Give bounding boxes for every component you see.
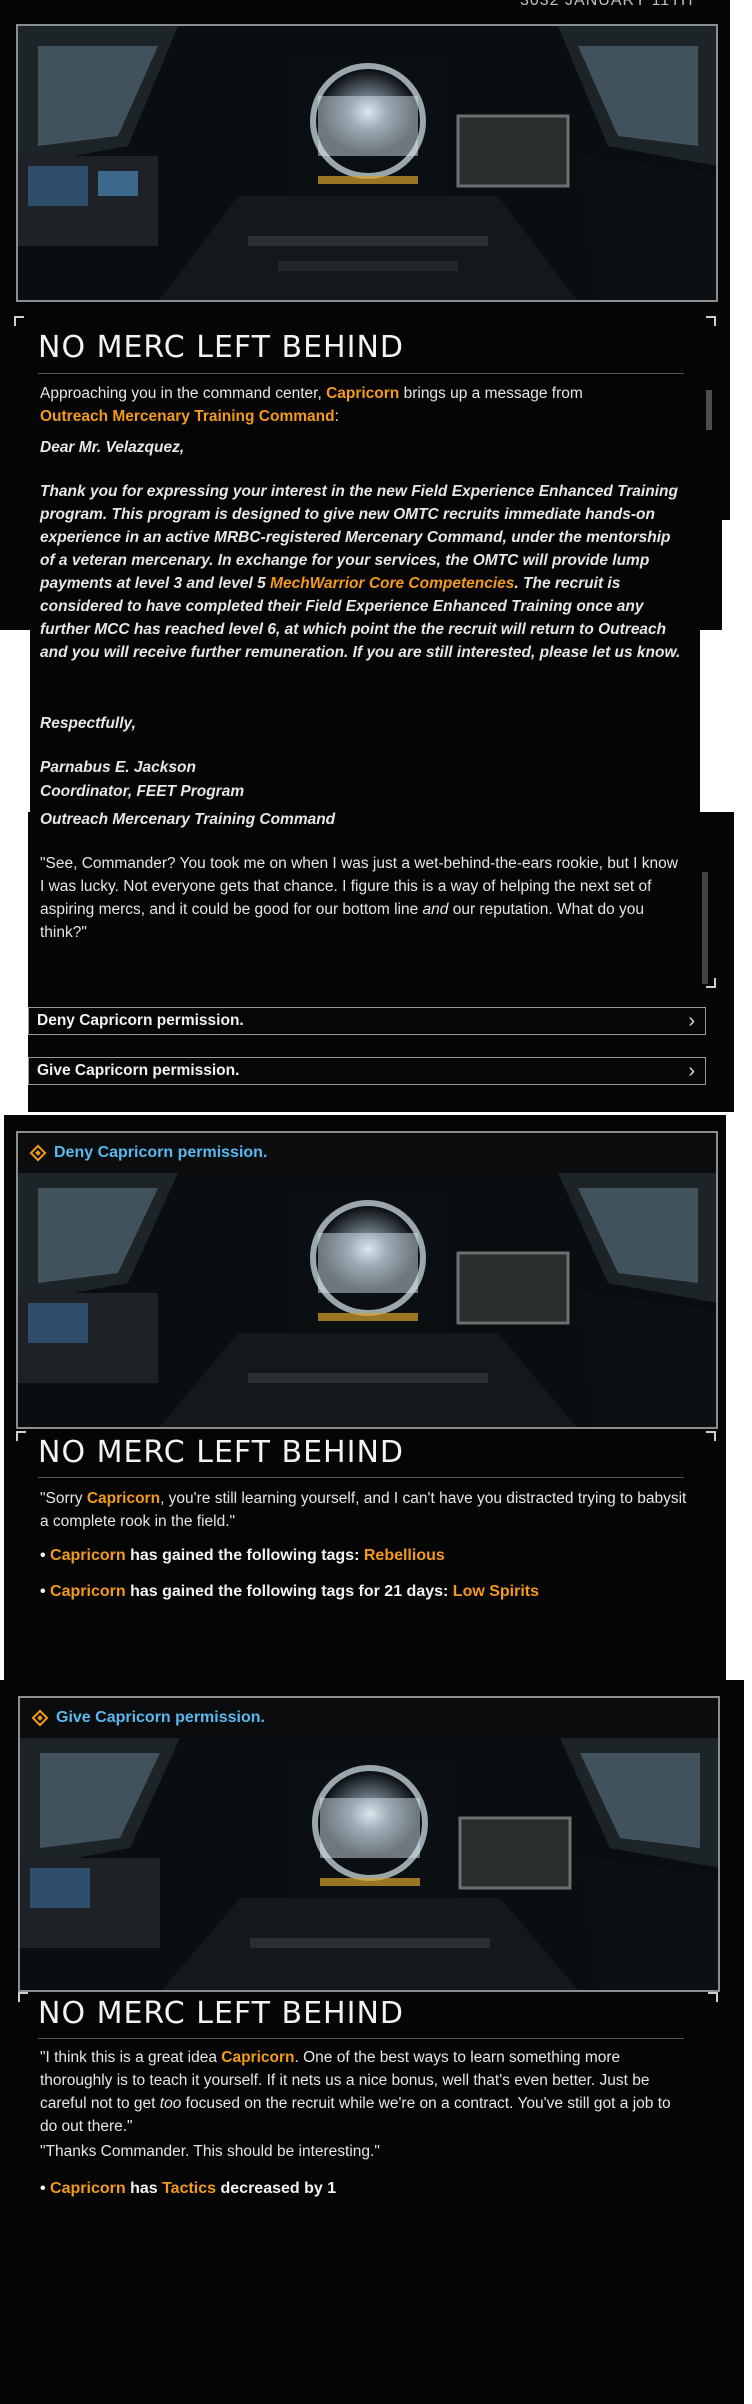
deny-result-panel: Deny Capricorn permission. NO MERC LEFT …	[4, 1115, 726, 1680]
result-effect: • Capricorn has gained the following tag…	[40, 1583, 540, 1600]
chevron-right-icon: ›	[688, 1060, 695, 1082]
result-header: Deny Capricorn permission.	[18, 1133, 716, 1173]
character-name: Capricorn	[50, 1583, 126, 1600]
give-permission-label: Give Capricorn permission.	[37, 1062, 240, 1079]
result-reply: "Thanks Commander. This should be intere…	[40, 2143, 380, 2160]
frame-corner	[706, 1431, 716, 1441]
result-quote: "I think this is a great idea Capricorn.…	[40, 2049, 671, 2135]
letter-signer: Parnabus E. Jackson	[40, 759, 196, 776]
give-result-panel: Give Capricorn permission. NO MERC LEFT …	[0, 1680, 744, 2404]
org-name: Outreach Mercenary Training Command	[40, 408, 335, 425]
result-header-label: Give Capricorn permission.	[56, 1709, 265, 1726]
letter-org: Outreach Mercenary Training Command	[40, 811, 336, 828]
result-header: Give Capricorn permission.	[20, 1698, 718, 1738]
frame-corner	[706, 978, 716, 988]
intro-text: Approaching you in the command center, C…	[40, 385, 583, 425]
character-name: Capricorn	[50, 2180, 126, 2197]
give-permission-button[interactable]: Give Capricorn permission. ›	[28, 1057, 706, 1085]
title-divider	[38, 1477, 684, 1478]
result-effect: • Capricorn has Tactics decreased by 1	[40, 2180, 337, 2197]
letter-body: Thank you for expressing your interest i…	[40, 483, 681, 661]
title-divider	[38, 2038, 684, 2039]
scene-image	[20, 1738, 718, 1990]
dialogue-text: "See, Commander? You took me on when I w…	[40, 855, 678, 941]
result-quote: "Sorry Capricorn, you're still learning …	[40, 1490, 687, 1530]
mcc-link: MechWarrior Core Competencies	[270, 575, 515, 592]
deny-permission-button[interactable]: Deny Capricorn permission. ›	[28, 1007, 706, 1035]
character-name: Capricorn	[86, 1490, 161, 1507]
frame-corner	[14, 316, 24, 326]
deny-permission-label: Deny Capricorn permission.	[37, 1012, 244, 1029]
result-effect: • Capricorn has gained the following tag…	[40, 1547, 445, 1564]
scene-image	[16, 24, 718, 302]
chevron-right-icon: ›	[688, 1010, 695, 1032]
scene-image	[18, 1173, 716, 1427]
frame-corner	[18, 1992, 28, 2002]
scrollbar[interactable]	[702, 872, 708, 984]
event-diamond-icon	[29, 1144, 47, 1162]
result-title: NO MERC LEFT BEHIND	[38, 1996, 405, 2031]
event-title: NO MERC LEFT BEHIND	[38, 330, 405, 365]
tag-name: Rebellious	[363, 1547, 445, 1564]
character-name: Capricorn	[221, 2049, 295, 2066]
date-label: 3032 JANUARY 11TH	[520, 0, 694, 9]
character-name: Capricorn	[50, 1547, 126, 1564]
scrollbar-thumb[interactable]	[702, 872, 708, 984]
result-frame: Give Capricorn permission.	[18, 1696, 720, 1992]
frame-corner	[706, 316, 716, 326]
letter-closing: Respectfully,	[40, 715, 136, 732]
frame-corner	[16, 1431, 26, 1441]
frame-corner	[708, 1992, 718, 2002]
event-diamond-icon	[31, 1709, 49, 1727]
result-title: NO MERC LEFT BEHIND	[38, 1435, 405, 1470]
title-divider	[38, 373, 684, 374]
result-header-label: Deny Capricorn permission.	[54, 1144, 268, 1161]
stat-name: Tactics	[162, 2180, 217, 2197]
letter-position: Coordinator, FEET Program	[40, 783, 245, 800]
result-frame: Deny Capricorn permission.	[16, 1131, 718, 1429]
tag-name: Low Spirits	[452, 1583, 540, 1600]
character-name: Capricorn	[326, 385, 400, 402]
letter-salutation: Dear Mr. Velazquez,	[40, 439, 185, 456]
